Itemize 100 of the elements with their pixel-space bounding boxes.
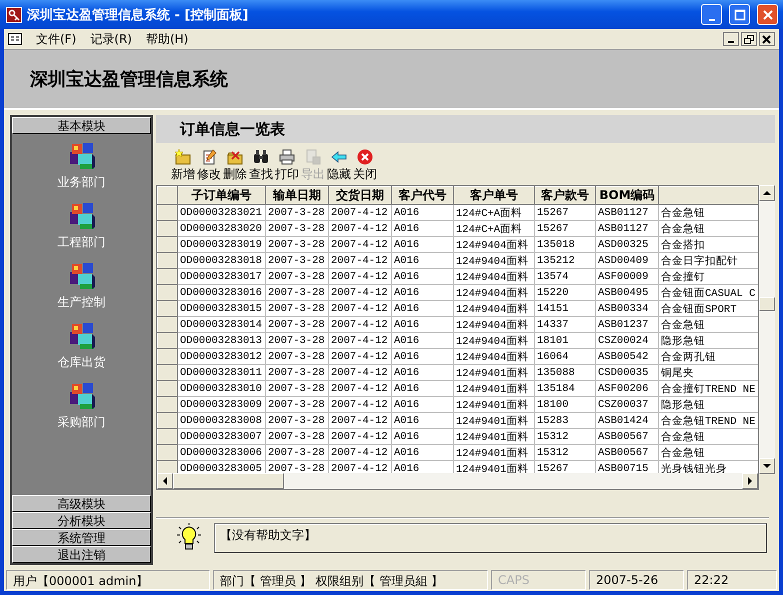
- table-cell: OD00003283010: [178, 380, 266, 396]
- row-selector[interactable]: [158, 412, 178, 428]
- horizontal-scrollbar[interactable]: [157, 473, 758, 489]
- row-selector[interactable]: [158, 332, 178, 348]
- scroll-right-button[interactable]: [742, 473, 758, 489]
- column-header[interactable]: BOM编码: [596, 186, 658, 204]
- row-selector[interactable]: [158, 300, 178, 316]
- table-cell: 16064: [534, 348, 596, 364]
- document-pencil-icon: [201, 149, 217, 165]
- table-cell: 124#9401面料: [454, 444, 534, 460]
- close-icon: [762, 8, 774, 20]
- toolbar-button[interactable]: 打印: [274, 149, 300, 183]
- toolbar-button[interactable]: 查找: [248, 149, 274, 183]
- row-selector[interactable]: [158, 460, 178, 473]
- menu-item[interactable]: 记录(R): [90, 30, 132, 48]
- scrollbar-thumb[interactable]: [759, 297, 775, 311]
- minimize-button[interactable]: [723, 32, 739, 46]
- column-header[interactable]: 输单日期: [266, 186, 328, 204]
- table-cell: 2007-3-28: [266, 396, 328, 412]
- document-icon: [305, 149, 321, 165]
- module-button[interactable]: 基本模块: [12, 117, 151, 134]
- module-item[interactable]: 仓库出货: [58, 320, 106, 371]
- row-selector[interactable]: [158, 220, 178, 236]
- table-cell: 2007-4-12: [328, 252, 392, 268]
- folder-star-icon: [175, 149, 191, 165]
- column-header[interactable]: 子订单编号: [178, 186, 266, 204]
- table-cell: 2007-3-28: [266, 284, 328, 300]
- row-selector[interactable]: [158, 348, 178, 364]
- row-selector[interactable]: [158, 316, 178, 332]
- table-cell: ASB01237: [596, 316, 658, 332]
- module-item[interactable]: 工程部门: [58, 200, 106, 251]
- table-cell: A016: [392, 236, 454, 252]
- table-cell: OD00003283011: [178, 364, 266, 380]
- row-selector[interactable]: [158, 236, 178, 252]
- table-cell: 18101: [534, 332, 596, 348]
- column-header[interactable]: 交货日期: [328, 186, 392, 204]
- column-header[interactable]: [658, 186, 758, 204]
- scroll-down-button[interactable]: [759, 458, 775, 474]
- scrollbar-thumb[interactable]: [173, 473, 284, 489]
- status-pane: CAPS: [491, 570, 586, 590]
- column-header[interactable]: 客户单号: [454, 186, 534, 204]
- module-item[interactable]: 生产控制: [58, 260, 106, 311]
- module-button[interactable]: 分析模块: [12, 512, 151, 529]
- table-cell: 124#9404面料: [454, 300, 534, 316]
- vertical-scrollbar[interactable]: [759, 185, 775, 474]
- scroll-up-button[interactable]: [759, 185, 775, 201]
- toolbar-button[interactable]: 删除: [222, 149, 248, 183]
- toolbar-button[interactable]: 新增: [170, 149, 196, 183]
- table-cell: 2007-4-12: [328, 412, 392, 428]
- toolbar-button[interactable]: 隐藏: [326, 149, 352, 183]
- table-cell: CSZ00024: [596, 332, 658, 348]
- row-selector[interactable]: [158, 252, 178, 268]
- toolbar-button[interactable]: 修改: [196, 149, 222, 183]
- column-header[interactable]: 客户代号: [392, 186, 454, 204]
- table-cell: 2007-4-12: [328, 220, 392, 236]
- triangle-down-icon: [763, 463, 771, 469]
- table-cell: 135184: [534, 380, 596, 396]
- table-cell: 2007-4-12: [328, 300, 392, 316]
- row-selector[interactable]: [158, 204, 178, 220]
- table-cell: 2007-4-12: [328, 284, 392, 300]
- row-selector[interactable]: [158, 428, 178, 444]
- table-cell: A016: [392, 268, 454, 284]
- table-cell: ASB01127: [596, 204, 658, 220]
- menu-item[interactable]: 文件(F): [36, 30, 76, 48]
- column-header[interactable]: 客户款号: [534, 186, 596, 204]
- table-cell: OD00003283019: [178, 236, 266, 252]
- row-selector[interactable]: [158, 396, 178, 412]
- row-selector[interactable]: [158, 268, 178, 284]
- module-button[interactable]: 高级模块: [12, 495, 151, 512]
- table-cell: ASB01424: [596, 412, 658, 428]
- table-cell: 124#9404面料: [454, 284, 534, 300]
- table-cell: A016: [392, 316, 454, 332]
- close-button[interactable]: [759, 32, 775, 46]
- table-cell: 2007-3-28: [266, 364, 328, 380]
- row-selector[interactable]: [158, 444, 178, 460]
- module-item[interactable]: 采购部门: [58, 380, 106, 431]
- table-cell: 2007-3-28: [266, 316, 328, 332]
- toolbar-button[interactable]: 关闭: [352, 149, 378, 183]
- table-cell: 13574: [534, 268, 596, 284]
- row-selector[interactable]: [158, 380, 178, 396]
- module-label: 采购部门: [58, 414, 106, 431]
- menu-item[interactable]: 帮助(H): [146, 30, 188, 48]
- module-button[interactable]: 退出注销: [12, 546, 151, 563]
- table-cell: 2007-3-28: [266, 252, 328, 268]
- table-cell: 2007-4-12: [328, 204, 392, 220]
- triangle-left-icon: [162, 477, 168, 485]
- module-item[interactable]: 业务部门: [58, 140, 106, 191]
- maximize-button[interactable]: [729, 4, 750, 25]
- table-cell: ASB00567: [596, 444, 658, 460]
- module-button[interactable]: 系统管理: [12, 529, 151, 546]
- table-cell: 124#9401面料: [454, 428, 534, 444]
- window-title: 深圳宝达盈管理信息系统 - [控制面板]: [27, 6, 250, 24]
- printer-icon: [279, 149, 295, 165]
- table-cell: 18100: [534, 396, 596, 412]
- scroll-left-button[interactable]: [157, 473, 173, 489]
- table-cell: 124#9404面料: [454, 348, 534, 364]
- restore-button[interactable]: [741, 32, 757, 46]
- table-cell: CSD00035: [596, 364, 658, 380]
- row-selector[interactable]: [158, 364, 178, 380]
- row-selector[interactable]: [158, 284, 178, 300]
